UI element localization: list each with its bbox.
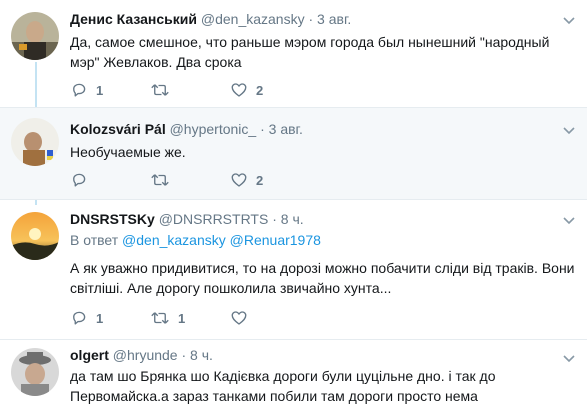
reply-button[interactable] — [70, 171, 150, 189]
retweet-button[interactable] — [150, 81, 230, 99]
reply-icon — [73, 173, 86, 187]
tweet-text: А як уважно придивитися, то на дорозі мо… — [70, 260, 575, 296]
like-icon — [231, 311, 247, 325]
reply-context: В ответ @den_kazansky @Renuar1978 — [70, 230, 575, 250]
chevron-down-icon[interactable] — [561, 350, 577, 366]
chevron-down-icon[interactable] — [561, 12, 577, 28]
chevron-down-icon[interactable] — [561, 212, 577, 228]
reply-icon — [73, 311, 86, 325]
separator-dot: · — [272, 211, 277, 227]
separator-dot: · — [308, 11, 314, 27]
separator-dot: · — [260, 121, 265, 137]
reply-count: 1 — [96, 82, 104, 98]
retweet-button[interactable] — [150, 171, 230, 189]
tweet-text: Да, самое смешное, что раньше мэром горо… — [70, 34, 550, 70]
like-count: 2 — [256, 172, 264, 188]
timestamp[interactable]: 3 авг. — [269, 121, 303, 137]
timestamp[interactable]: 8 ч. — [190, 347, 213, 363]
tweet[interactable]: Kolozsvári Pál @hypertonic_ · 3 авг. Нео… — [0, 108, 587, 200]
author-name[interactable]: Денис Казанський — [70, 11, 197, 27]
mention-link[interactable]: @den_kazansky — [122, 232, 226, 248]
reply-prefix: В ответ — [70, 232, 119, 248]
author-handle[interactable]: @den_kazansky — [201, 11, 305, 27]
avatar[interactable] — [11, 12, 59, 60]
author-handle[interactable]: @hypertonic_ — [170, 121, 257, 137]
tweet[interactable]: Денис Казанський @den_kazansky · 3 авг. … — [0, 0, 587, 108]
retweet-icon — [151, 312, 169, 324]
like-button[interactable]: 2 — [230, 81, 310, 99]
mention-link[interactable]: @Renuar1978 — [230, 232, 321, 248]
reply-button[interactable]: 1 — [70, 81, 150, 99]
author-handle[interactable]: @DNSRRSTRTS — [159, 211, 269, 227]
author-name[interactable]: olgert — [70, 347, 109, 363]
like-count: 2 — [256, 82, 264, 98]
tweet[interactable]: olgert @hryunde · 8 ч. да там шо Брянка … — [0, 340, 587, 420]
reply-count: 1 — [96, 310, 104, 326]
timestamp[interactable]: 8 ч. — [281, 211, 304, 227]
avatar[interactable] — [11, 348, 59, 396]
timestamp[interactable]: 3 авг. — [317, 11, 351, 27]
like-button[interactable] — [230, 309, 310, 327]
retweet-icon — [151, 174, 169, 186]
tweet-text: Необучаемые же. — [70, 144, 186, 160]
tweet[interactable]: DNSRSTSKy @DNSRRSTRTS · 8 ч. В ответ @de… — [0, 200, 587, 340]
author-name[interactable]: DNSRSTSKy — [70, 211, 155, 227]
reply-button[interactable]: 1 — [70, 309, 150, 327]
like-icon — [231, 83, 247, 97]
avatar[interactable] — [11, 118, 59, 166]
retweet-icon — [151, 84, 169, 96]
chevron-down-icon[interactable] — [561, 122, 577, 138]
retweet-count: 1 — [178, 310, 186, 326]
separator-dot: · — [181, 347, 187, 363]
author-handle[interactable]: @hryunde — [113, 347, 178, 363]
tweet-text: да там шо Брянка шо Кадієвка дороги були… — [70, 368, 496, 404]
author-name[interactable]: Kolozsvári Pál — [70, 121, 166, 137]
avatar[interactable] — [11, 212, 59, 260]
like-icon — [231, 173, 247, 187]
like-button[interactable]: 2 — [230, 171, 310, 189]
reply-icon — [73, 83, 86, 97]
retweet-button[interactable]: 1 — [150, 309, 230, 327]
